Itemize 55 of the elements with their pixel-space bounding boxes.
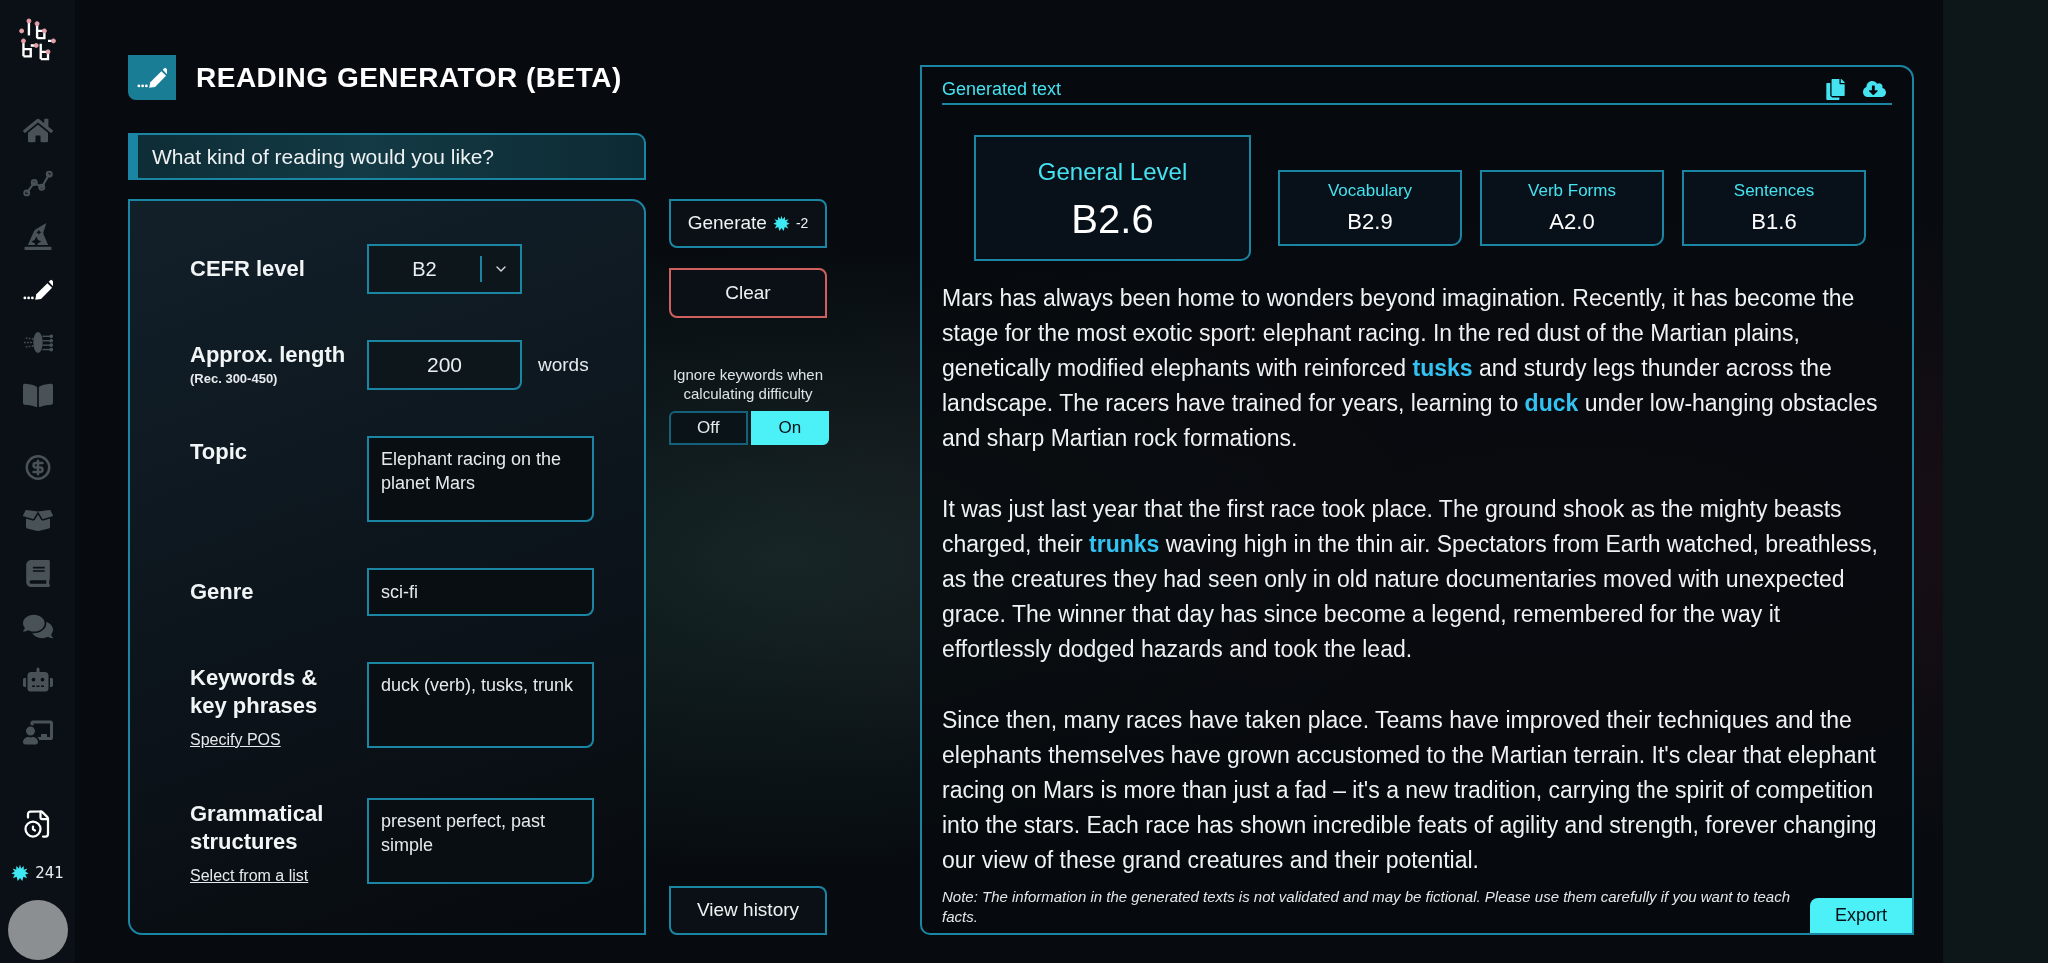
level-value: B2.6 <box>1071 196 1154 242</box>
generate-button[interactable]: Generate -2 <box>669 199 827 248</box>
open-book-icon[interactable] <box>22 382 53 409</box>
clear-button[interactable]: Clear <box>669 268 827 318</box>
open-box-icon[interactable] <box>22 507 53 534</box>
level-value: A2.0 <box>1549 208 1595 237</box>
network-icon[interactable] <box>22 329 53 356</box>
level-label: Verb Forms <box>1528 179 1616 202</box>
copy-icon[interactable] <box>1826 78 1845 100</box>
level-value: B2.9 <box>1347 208 1393 237</box>
dollar-coin-icon[interactable] <box>22 454 53 481</box>
level-value: B1.6 <box>1751 208 1797 237</box>
cloud-download-icon[interactable] <box>1863 79 1886 99</box>
text-area-field[interactable]: Elephant racing on the planet Mars <box>367 436 594 522</box>
teacher-icon[interactable] <box>22 719 53 746</box>
level-label: Sentences <box>1733 179 1815 202</box>
field-hint: (Rec. 300-450) <box>190 370 279 389</box>
field-link[interactable]: Specify POS <box>190 728 281 752</box>
robot-icon[interactable] <box>22 666 53 693</box>
disclaimer-note: Note: The information in the generated texts is not validated and may be fictional. Please use them carefully if you want to teach facts. <box>942 887 1791 927</box>
toggle-option[interactable]: On <box>750 411 829 445</box>
field-label: Approx. length <box>190 341 347 370</box>
field-label: Grammatical structures <box>190 800 325 856</box>
field-link[interactable]: Select from a list <box>190 864 309 888</box>
panel-title: Generated text <box>942 77 1062 101</box>
pencil-icon <box>128 55 176 100</box>
level-label: Vocabulary <box>1327 179 1413 202</box>
text-area-field[interactable]: duck (verb), tusks, trunk <box>367 662 594 748</box>
page-title: READING GENERATOR (BETA) <box>196 60 622 95</box>
unit-label: words <box>538 352 589 377</box>
question-banner: What kind of reading would you like? <box>128 133 646 180</box>
paragraph: Mars has always been home to wonders beyond imagination. Recently, it has become the stage for the most exotic sport: elephant racing. In the red dust of the Martian plains, genetically modified elephants with reinforced tusks and sturdy legs thunder across the landscape. The racers have trained for years, learning to duck under low-hanging obstacles and sharp Martian rock formations. <box>942 284 1879 453</box>
wizard-hat-icon[interactable] <box>22 223 53 250</box>
chat-bubbles-icon[interactable] <box>22 613 53 640</box>
house-icon[interactable] <box>22 117 53 144</box>
circuit-logo-icon[interactable] <box>17 18 58 62</box>
input-field[interactable]: sci-fi <box>367 568 594 616</box>
view-history-button[interactable]: View history <box>669 886 827 935</box>
credits-count: 241 <box>35 862 64 884</box>
field-label: Keywords & key phrases <box>190 664 319 720</box>
toggle-label: Ignore keywords when calculating difficulty <box>671 365 825 403</box>
splat-icon <box>11 863 30 882</box>
level-select[interactable]: B2 <box>367 244 522 294</box>
chart-line-icon[interactable] <box>22 170 53 197</box>
level-label: General Level <box>1037 157 1188 187</box>
paragraph: It was just last year that the first race took place. The ground shook as the mighty beasts charged, their trunks waving high in the thin air. Spectators from Earth watched, breathless, as the creatures they had seen only in old nature documentaries moved with unexpected grace. The winner that day has since become a legend, remembered for the way it effortlessly dodged hazards and took the lead. <box>942 495 1879 664</box>
field-label: Genre <box>190 578 255 606</box>
length-input[interactable]: 200 <box>367 340 522 390</box>
text-area-field[interactable]: present perfect, past simple <box>367 798 594 884</box>
field-label: Topic <box>190 438 249 466</box>
export-button[interactable]: Export <box>1810 898 1912 933</box>
toggle-option[interactable]: Off <box>669 411 748 445</box>
paragraph: Since then, many races have taken place. Teams have improved their techniques and the elephants themselves have grown accustomed to the Martian terrain. It's clear that elephant racing on Mars is more than just a fad – it's a new tradition, carrying the spirit of competition into the stars. Each race has shown incredible feats of agility and strength, forever changing our view of these grand creatures and their potential. <box>942 706 1878 875</box>
splat-icon <box>772 215 790 232</box>
field-label: CEFR level <box>190 255 306 283</box>
